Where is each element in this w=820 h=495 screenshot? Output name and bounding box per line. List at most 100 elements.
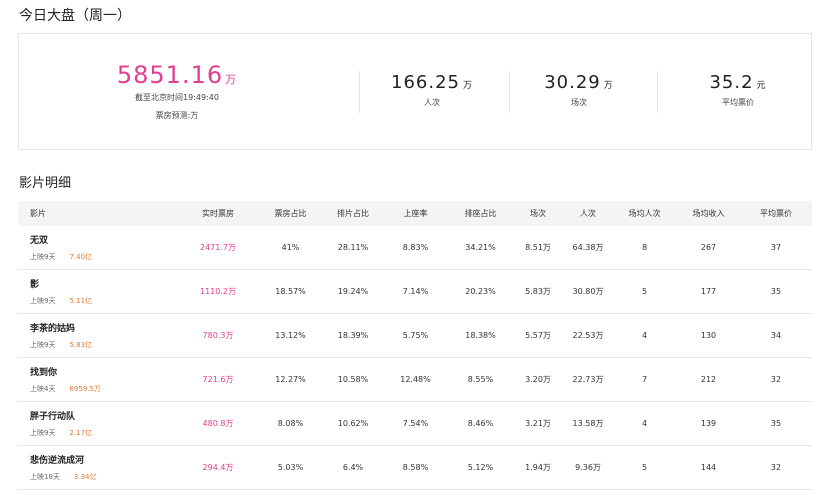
table-cell: 8: [641, 243, 648, 252]
release-days: 上映9天: [30, 341, 56, 349]
total-box-office: 2.17亿: [69, 429, 93, 437]
table-row[interactable]: 影 上映9天 5.11亿 1110.2万 18.57% 19.24% 7.14% …: [18, 270, 812, 314]
release-days: 上映9天: [30, 429, 56, 437]
table-cell: 5.75%: [402, 331, 429, 340]
col-header: 票房占比: [274, 209, 307, 218]
table-cell: 3.20万: [525, 375, 551, 384]
total-box-office: 7.40亿: [69, 253, 93, 261]
table-header: 影片 实时票房 票房占比 排片占比 上座率 排座占比 场次 人次 场均人次 场均…: [18, 201, 812, 226]
table-cell: 5.03%: [277, 463, 304, 472]
stat-value: 166.25: [391, 72, 460, 93]
table-cell: 8.46%: [467, 419, 494, 428]
section-title: 影片明细: [19, 176, 72, 191]
film-title[interactable]: 悲伤逆流成河: [30, 453, 178, 466]
table-cell: 18.57%: [275, 287, 306, 296]
table-cell: 8.08%: [277, 419, 304, 428]
realtime-box-office-cell: 721.6万: [202, 375, 234, 384]
table-cell: 1.94万: [525, 463, 551, 472]
table-cell: 5.83万: [525, 287, 551, 296]
film-cell: 无双 上映9天 7.40亿: [18, 233, 178, 262]
table-cell: 267: [700, 243, 717, 252]
table-cell: 34.21%: [465, 243, 496, 252]
box-office-unit: 万: [225, 73, 238, 86]
col-header: 场均人次: [628, 209, 661, 218]
film-cell: 悲伤逆流成河 上映18天 3.34亿: [18, 453, 178, 482]
table-cell: 6.4%: [342, 463, 364, 472]
table-cell: 41%: [281, 243, 300, 252]
release-days: 上映9天: [30, 253, 56, 261]
realtime-box-office-cell: 294.4万: [202, 463, 234, 472]
table-cell: 7.14%: [402, 287, 429, 296]
total-box-office: 6959.5万: [69, 385, 101, 393]
table-cell: 30.80万: [572, 287, 604, 296]
table-cell: 177: [700, 287, 717, 296]
table-cell: 19.24%: [337, 287, 369, 296]
table-cell: 13.58万: [572, 419, 604, 428]
stat-value: 35.2: [709, 72, 754, 93]
table-cell: 8.55%: [467, 375, 494, 384]
col-header: 排座占比: [464, 209, 497, 218]
col-header: 排片占比: [337, 209, 369, 218]
table-cell: 3.21万: [525, 419, 551, 428]
divider: [657, 71, 658, 113]
stat-unit: 万: [603, 81, 614, 91]
table-cell: 37: [770, 243, 782, 252]
stat-label: 场次: [571, 98, 587, 107]
table-cell: 4: [641, 419, 648, 428]
film-title[interactable]: 胖子行动队: [30, 409, 178, 422]
film-cell: 影 上映9天 5.11亿: [18, 277, 178, 306]
table-row[interactable]: 李茶的姑妈 上映9天 5.83亿 780.3万 13.12% 18.39% 5.7…: [18, 314, 812, 358]
table-row[interactable]: 胖子行动队 上映9天 2.17亿 480.8万 8.08% 10.62% 7.54…: [18, 402, 812, 446]
stat-unit: 万: [462, 81, 473, 91]
film-title[interactable]: 李茶的姑妈: [30, 321, 178, 334]
film-title[interactable]: 无双: [30, 233, 178, 246]
table-cell: 8.51万: [525, 243, 551, 252]
page-title: 今日大盘（周一）: [19, 8, 131, 24]
table-cell: 12.48%: [400, 375, 431, 384]
table-cell: 130: [700, 331, 717, 340]
col-header: 场均收入: [692, 209, 725, 218]
col-header: 人次: [580, 209, 596, 218]
table-row[interactable]: 无双 上映9天 7.40亿 2471.7万 41% 28.11% 8.83% 34…: [18, 226, 812, 270]
table-cell: 9.36万: [575, 463, 601, 472]
table-cell: 7: [641, 375, 648, 384]
realtime-box-office-cell: 780.3万: [202, 331, 234, 340]
table-cell: 34: [770, 331, 782, 340]
film-cell: 胖子行动队 上映9天 2.17亿: [18, 409, 178, 438]
release-days: 上映18天: [30, 473, 60, 481]
table-cell: 12.27%: [275, 375, 306, 384]
stat-value: 30.29: [544, 72, 601, 93]
film-title[interactable]: 找到你: [30, 365, 178, 378]
table-cell: 28.11%: [337, 243, 369, 252]
col-header: 场次: [530, 209, 546, 218]
realtime-box-office: 5851.16 万 截至北京时间19:49:40 票房预测:万: [107, 61, 247, 121]
film-table: 影片 实时票房 票房占比 排片占比 上座率 排座占比 场次 人次 场均人次 场均…: [18, 201, 812, 490]
table-cell: 5: [641, 463, 648, 472]
table-cell: 64.38万: [572, 243, 604, 252]
table-row[interactable]: 找到你 上映4天 6959.5万 721.6万 12.27% 10.58% 12.…: [18, 358, 812, 402]
stat-admissions: 166.25 万 人次: [357, 72, 507, 108]
table-cell: 5.57万: [525, 331, 551, 340]
table-cell: 5.12%: [467, 463, 494, 472]
table-cell: 13.12%: [275, 331, 306, 340]
col-header: 实时票房: [202, 209, 234, 218]
realtime-box-office-cell: 1110.2万: [200, 287, 236, 296]
table-cell: 212: [700, 375, 717, 384]
table-cell: 18.38%: [465, 331, 496, 340]
table-cell: 10.62%: [337, 419, 369, 428]
film-title[interactable]: 影: [30, 277, 178, 290]
table-cell: 7.54%: [402, 419, 429, 428]
table-cell: 22.73万: [572, 375, 604, 384]
realtime-box-office-cell: 480.8万: [202, 419, 234, 428]
table-cell: 18.39%: [337, 331, 369, 340]
table-cell: 32: [770, 375, 782, 384]
total-box-office: 3.34亿: [73, 473, 97, 481]
film-cell: 找到你 上映4天 6959.5万: [18, 365, 178, 394]
col-header: 上座率: [403, 209, 428, 218]
box-office-value: 5851.16: [116, 61, 224, 89]
table-cell: 10.58%: [337, 375, 369, 384]
stat-label: 人次: [424, 98, 440, 107]
table-row[interactable]: 悲伤逆流成河 上映18天 3.34亿 294.4万 5.03% 6.4% 8.58…: [18, 446, 812, 490]
film-cell: 李茶的姑妈 上映9天 5.83亿: [18, 321, 178, 350]
market-summary: 5851.16 万 截至北京时间19:49:40 票房预测:万 166.25 万 人…: [18, 33, 812, 150]
